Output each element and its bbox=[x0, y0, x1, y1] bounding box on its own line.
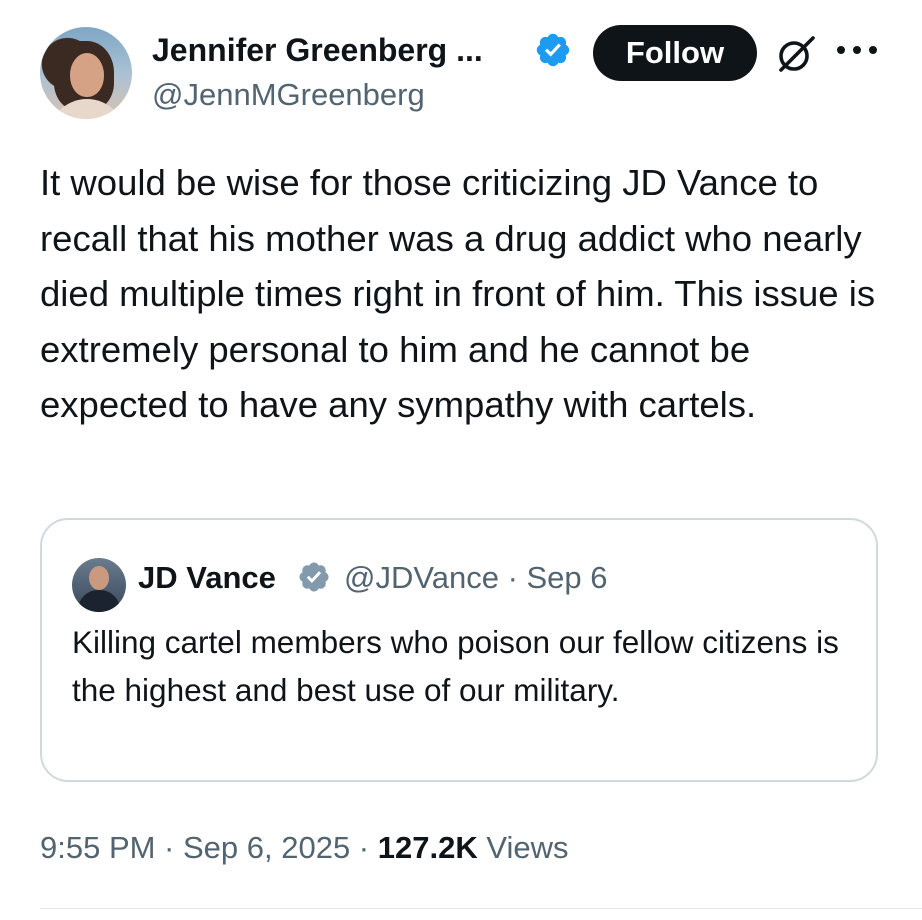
tweet-meta: 9:55 PM · Sep 6, 2025 · 127.2K Views bbox=[40, 826, 568, 870]
grok-icon[interactable] bbox=[775, 33, 817, 75]
quoted-tweet-text: Killing cartel members who poison our fe… bbox=[72, 624, 839, 708]
quoted-verified-badge-icon bbox=[299, 562, 329, 592]
author-avatar[interactable] bbox=[40, 27, 132, 119]
more-options-icon[interactable] bbox=[833, 40, 881, 60]
avatar-face bbox=[70, 53, 104, 97]
quoted-author-avatar[interactable] bbox=[72, 558, 126, 612]
verified-badge-icon bbox=[536, 33, 570, 67]
tweet-text: It would be wise for those criticizing J… bbox=[40, 162, 876, 425]
quoted-avatar-suit bbox=[78, 590, 120, 612]
author-name[interactable]: Jennifer Greenberg ... bbox=[152, 28, 483, 72]
quoted-avatar-head bbox=[89, 566, 109, 590]
tweet-timestamp[interactable]: 9:55 PM · Sep 6, 2025 · bbox=[40, 830, 378, 865]
views-count: 127.2K bbox=[377, 830, 478, 865]
author-handle[interactable]: @JennMGreenberg bbox=[152, 74, 425, 116]
quoted-author-name[interactable]: JD Vance bbox=[138, 556, 276, 600]
divider bbox=[40, 908, 922, 909]
follow-button[interactable]: Follow bbox=[593, 25, 757, 81]
quoted-tweet-card[interactable]: JD Vance @JDVance · Sep 6 Killing cartel… bbox=[40, 518, 878, 782]
quoted-author-handle-date[interactable]: @JDVance · Sep 6 bbox=[344, 556, 608, 600]
views-label: Views bbox=[477, 830, 569, 865]
